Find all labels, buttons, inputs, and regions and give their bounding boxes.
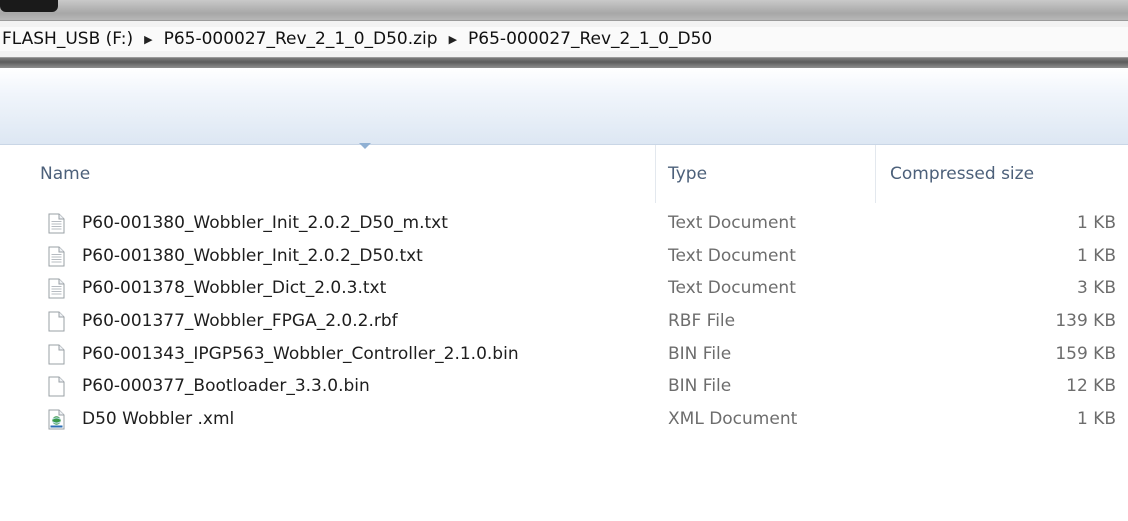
file-name: P60-001377_Wobbler_FPGA_2.0.2.rbf [82, 311, 398, 332]
file-type: Text Document [668, 278, 796, 299]
file-size: 139 KB [1055, 311, 1116, 332]
breadcrumb[interactable]: FLASH_USB (F:) ▶ P65-000027_Rev_2_1_0_D5… [0, 27, 1128, 51]
file-type: Text Document [668, 213, 796, 233]
file-name: P60-001380_Wobbler_Init_2.0.2_D50_m.txt [82, 213, 448, 233]
file-size: 159 KB [1055, 343, 1116, 364]
file-size: 1 KB [1076, 245, 1116, 266]
text-file-icon [48, 213, 65, 234]
command-bar [0, 68, 1128, 145]
breadcrumb-folder[interactable]: P65-000027_Rev_2_1_0_D50 [466, 29, 714, 49]
chevron-right-icon[interactable]: ▶ [440, 33, 466, 46]
file-list: P60-001380_Wobbler_Init_2.0.2_D50_m.txt … [0, 207, 1128, 436]
file-row[interactable]: D50 Wobbler .xml XML Document 1 KB [0, 403, 1128, 436]
column-header-type-label: Type [668, 164, 708, 184]
column-header-name[interactable]: Name [0, 145, 655, 203]
blank-file-icon [48, 311, 65, 332]
title-fragment [0, 0, 58, 12]
window-title-strip [0, 0, 1128, 22]
file-type: XML Document [668, 409, 798, 430]
blank-file-icon [48, 376, 65, 397]
address-bar[interactable]: FLASH_USB (F:) ▶ P65-000027_Rev_2_1_0_D5… [0, 20, 1128, 58]
column-header-type[interactable]: Type [656, 145, 875, 203]
breadcrumb-zip[interactable]: P65-000027_Rev_2_1_0_D50.zip [162, 29, 440, 49]
file-row[interactable]: P60-001380_Wobbler_Init_2.0.2_D50_m.txt … [0, 207, 1128, 240]
file-type: Text Document [668, 245, 796, 266]
column-header-name-label: Name [40, 164, 91, 184]
file-name: P60-001380_Wobbler_Init_2.0.2_D50.txt [82, 245, 423, 266]
text-file-icon [48, 246, 65, 267]
file-type: RBF File [668, 311, 736, 332]
file-name: P60-001343_IPGP563_Wobbler_Controller_2.… [82, 343, 519, 364]
toolbar-divider [0, 58, 1128, 68]
file-name: P60-000377_Bootloader_3.3.0.bin [82, 376, 370, 397]
breadcrumb-drive[interactable]: FLASH_USB (F:) [0, 29, 135, 49]
file-row[interactable]: P60-001377_Wobbler_FPGA_2.0.2.rbf RBF Fi… [0, 305, 1128, 338]
file-name: P60-001378_Wobbler_Dict_2.0.3.txt [82, 278, 387, 299]
column-header: Name Type Compressed size [0, 143, 1128, 203]
file-row[interactable]: P60-000377_Bootloader_3.3.0.bin BIN File… [0, 370, 1128, 403]
file-size: 1 KB [1076, 409, 1116, 430]
xml-file-icon [48, 409, 65, 430]
file-row[interactable]: P60-001380_Wobbler_Init_2.0.2_D50.txt Te… [0, 240, 1128, 273]
file-type: BIN File [668, 343, 732, 364]
file-size: 1 KB [1076, 213, 1116, 233]
file-row[interactable]: P60-001378_Wobbler_Dict_2.0.3.txt Text D… [0, 272, 1128, 305]
file-size: 12 KB [1066, 376, 1116, 397]
blank-file-icon [48, 344, 65, 365]
file-type: BIN File [668, 376, 732, 397]
file-row[interactable]: P60-001343_IPGP563_Wobbler_Controller_2.… [0, 338, 1128, 371]
file-name: D50 Wobbler .xml [82, 409, 235, 430]
chevron-right-icon[interactable]: ▶ [135, 33, 161, 46]
column-header-size-label: Compressed size [890, 164, 1035, 184]
text-file-icon [48, 278, 65, 299]
file-size: 3 KB [1076, 278, 1116, 299]
column-header-compressed-size[interactable]: Compressed size [876, 145, 1128, 203]
